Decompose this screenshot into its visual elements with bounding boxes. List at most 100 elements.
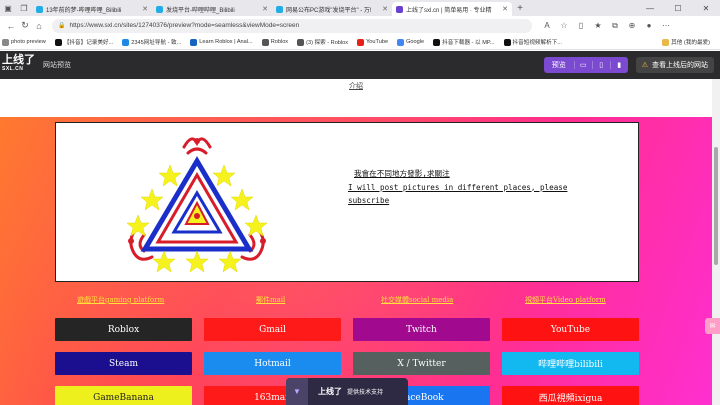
browser-tab[interactable]: 13年前的梦-哔哩哔哩_Bilibili ✕ xyxy=(32,2,152,16)
read-aloud-icon[interactable]: A xyxy=(540,21,554,31)
favorites-icon[interactable]: ★ xyxy=(591,21,605,31)
favorite-star-icon[interactable]: ☆ xyxy=(557,21,571,31)
url-input[interactable]: 🔒 https://www.sxl.cn/sites/12740376/prev… xyxy=(52,18,532,33)
roblox-icon xyxy=(297,38,305,46)
lock-icon[interactable]: 🔒 xyxy=(58,22,65,29)
site-icon xyxy=(122,38,130,46)
sxl-icon xyxy=(396,5,403,13)
refresh-icon[interactable]: ↻ xyxy=(18,20,32,31)
tab-actions-icon[interactable]: ❐ xyxy=(16,0,32,16)
folder-icon xyxy=(2,38,9,46)
banner-line-english-2: subscribe xyxy=(348,196,390,205)
banner-line-chinese: 我會在不同地方發影,求關注 xyxy=(354,169,450,178)
preview-button[interactable]: 预览 xyxy=(544,60,574,70)
home-icon[interactable]: ⌂ xyxy=(32,21,46,31)
bookmark-other-folder[interactable]: 其他 (我的最爱) xyxy=(662,38,710,46)
category-social[interactable]: 社交媒體social media xyxy=(381,295,453,305)
bookmark-label: 抖音下载器 - 以 MP... xyxy=(442,40,495,46)
bookmark-label: YouTube xyxy=(366,39,389,45)
bookmark-label: Learn Roblox | Anal... xyxy=(199,39,253,45)
browser-tab[interactable]: 发烧平台-哔哩哔哩_Bilibili ✕ xyxy=(152,2,272,16)
scrollbar-thumb[interactable] xyxy=(714,147,718,265)
tech-support-bar[interactable]: ▼ 上线了 提供技术支持 xyxy=(286,378,408,405)
chevron-down-icon[interactable]: ▼ xyxy=(286,378,308,405)
browser-tab-strip: ▣ ❐ 13年前的梦-哔哩哔哩_Bilibili ✕ 发烧平台-哔哩哔哩_Bil… xyxy=(0,0,720,16)
site-icon xyxy=(190,38,198,46)
category-gaming[interactable]: 遊戲平台gaming platform xyxy=(77,295,164,305)
bilibili-icon xyxy=(276,5,283,13)
twitch-button[interactable]: Twitch xyxy=(353,318,490,341)
site-preview-label: 网站预览 xyxy=(43,62,71,69)
category-video[interactable]: 視頻平台Video platform xyxy=(525,295,606,305)
bookmark-item[interactable]: 2345网址导航 - 致... xyxy=(122,38,181,46)
desktop-view-icon[interactable]: ▭ xyxy=(573,61,592,69)
warning-icon: ⚠ xyxy=(641,62,648,69)
bookmark-item[interactable]: (3) 探索 - Roblox xyxy=(297,38,348,46)
ixigua-button[interactable]: 西瓜視頻ixigua xyxy=(502,386,639,405)
bookmark-item[interactable]: 抖音下载器 - 以 MP... xyxy=(433,38,495,46)
mobile-view-icon[interactable]: ▮ xyxy=(609,61,628,69)
more-menu-icon[interactable]: ⋯ xyxy=(659,21,673,31)
site-preview-page: 介绍 我會在不同地方發影,求關注 I will post pictures in… xyxy=(0,79,712,405)
new-tab-icon[interactable]: + xyxy=(512,3,528,14)
steam-button[interactable]: Steam xyxy=(55,352,192,375)
bookmark-label: 【抖音】记录美好... xyxy=(63,40,114,46)
intro-link[interactable]: 介绍 xyxy=(349,81,363,91)
gmail-button[interactable]: Gmail xyxy=(204,318,341,341)
tab-close-icon[interactable]: ✕ xyxy=(262,5,268,13)
minimize-icon[interactable]: — xyxy=(636,4,664,13)
split-screen-icon[interactable]: ▯ xyxy=(574,21,588,31)
site-preview-toolbar: 上线了 SXL.CN 网站预览 预览 ▭ ▯ ▮ ⚠ 查看上线后的网站 xyxy=(0,51,720,79)
close-window-icon[interactable]: ✕ xyxy=(692,4,720,13)
toolbar-icons: A ☆ ▯ ★ ⧉ ⊕ ● ⋯ xyxy=(540,21,673,31)
back-icon[interactable]: ← xyxy=(4,21,18,31)
sxl-logo[interactable]: 上线了 SXL.CN xyxy=(0,55,35,74)
tablet-view-icon[interactable]: ▯ xyxy=(591,61,610,69)
bookmark-item[interactable]: 【抖音】记录美好... xyxy=(54,38,114,46)
extensions-icon[interactable]: ⊕ xyxy=(625,21,639,31)
douyin-icon xyxy=(54,38,62,46)
profile-icon[interactable]: ● xyxy=(642,21,656,31)
tab-close-icon[interactable]: ✕ xyxy=(142,5,148,13)
roblox-button[interactable]: Roblox xyxy=(55,318,192,341)
bookmark-label: (3) 探索 - Roblox xyxy=(306,40,349,46)
support-logo: 上线了 xyxy=(318,387,342,396)
preview-group: 预览 ▭ ▯ ▮ xyxy=(543,57,628,73)
banner-line-english: I will post pictures in different places… xyxy=(348,182,568,192)
browser-tab[interactable]: 网易公布PC游戏"发烧平台" - 万! ✕ xyxy=(272,2,392,16)
gamebanana-button[interactable]: GameBanana xyxy=(55,386,192,405)
bookmark-item[interactable]: 抖音短视频解析下... xyxy=(503,38,562,46)
page-scrollbar[interactable] xyxy=(712,79,720,405)
douyin-icon xyxy=(433,38,441,46)
triangle-emblem-icon xyxy=(126,137,268,273)
bilibili-icon xyxy=(36,5,43,13)
youtube-icon xyxy=(357,38,365,46)
youtube-button[interactable]: YouTube xyxy=(502,318,639,341)
bilibili-icon xyxy=(156,5,163,13)
tab-title: 网易公布PC游戏"发烧平台" - 万! xyxy=(286,7,372,14)
folder-icon xyxy=(662,38,670,46)
bookmark-item[interactable]: Roblox xyxy=(261,38,288,46)
maximize-icon[interactable]: ☐ xyxy=(664,4,692,13)
google-icon xyxy=(397,38,405,46)
collections-icon[interactable]: ⧉ xyxy=(608,21,622,31)
twitter-button[interactable]: X / Twitter xyxy=(353,352,490,375)
tab-title: 上线了sxl.cn | 简单易用 · 专业精 xyxy=(406,7,492,14)
bookmark-item[interactable]: YouTube xyxy=(357,38,389,46)
hotmail-button[interactable]: Hotmail xyxy=(204,352,341,375)
bookmark-item[interactable]: Learn Roblox | Anal... xyxy=(190,38,253,46)
tab-close-icon[interactable]: ✕ xyxy=(382,5,388,13)
tab-close-icon[interactable]: ✕ xyxy=(502,5,508,13)
support-text: 提供技术支持 xyxy=(347,390,384,396)
side-float-icon[interactable]: ✉ xyxy=(705,318,720,334)
bookmark-item[interactable]: Google xyxy=(397,38,424,46)
bookmark-item[interactable]: photo preview xyxy=(2,38,46,46)
bilibili-button[interactable]: 哔哩哔哩bilibili xyxy=(502,352,639,375)
browser-tab-active[interactable]: 上线了sxl.cn | 简单易用 · 专业精 ✕ xyxy=(392,2,512,16)
category-mail[interactable]: 郵件mail xyxy=(256,295,285,305)
bookmark-label: 2345网址导航 - 致... xyxy=(131,40,182,46)
view-live-site-button[interactable]: ⚠ 查看上线后的网站 xyxy=(635,57,714,73)
banner-box: 我會在不同地方發影,求關注 I will post pictures in di… xyxy=(55,122,639,282)
view-live-site-label: 查看上线后的网站 xyxy=(652,62,708,69)
window-menu-icon[interactable]: ▣ xyxy=(0,0,16,16)
